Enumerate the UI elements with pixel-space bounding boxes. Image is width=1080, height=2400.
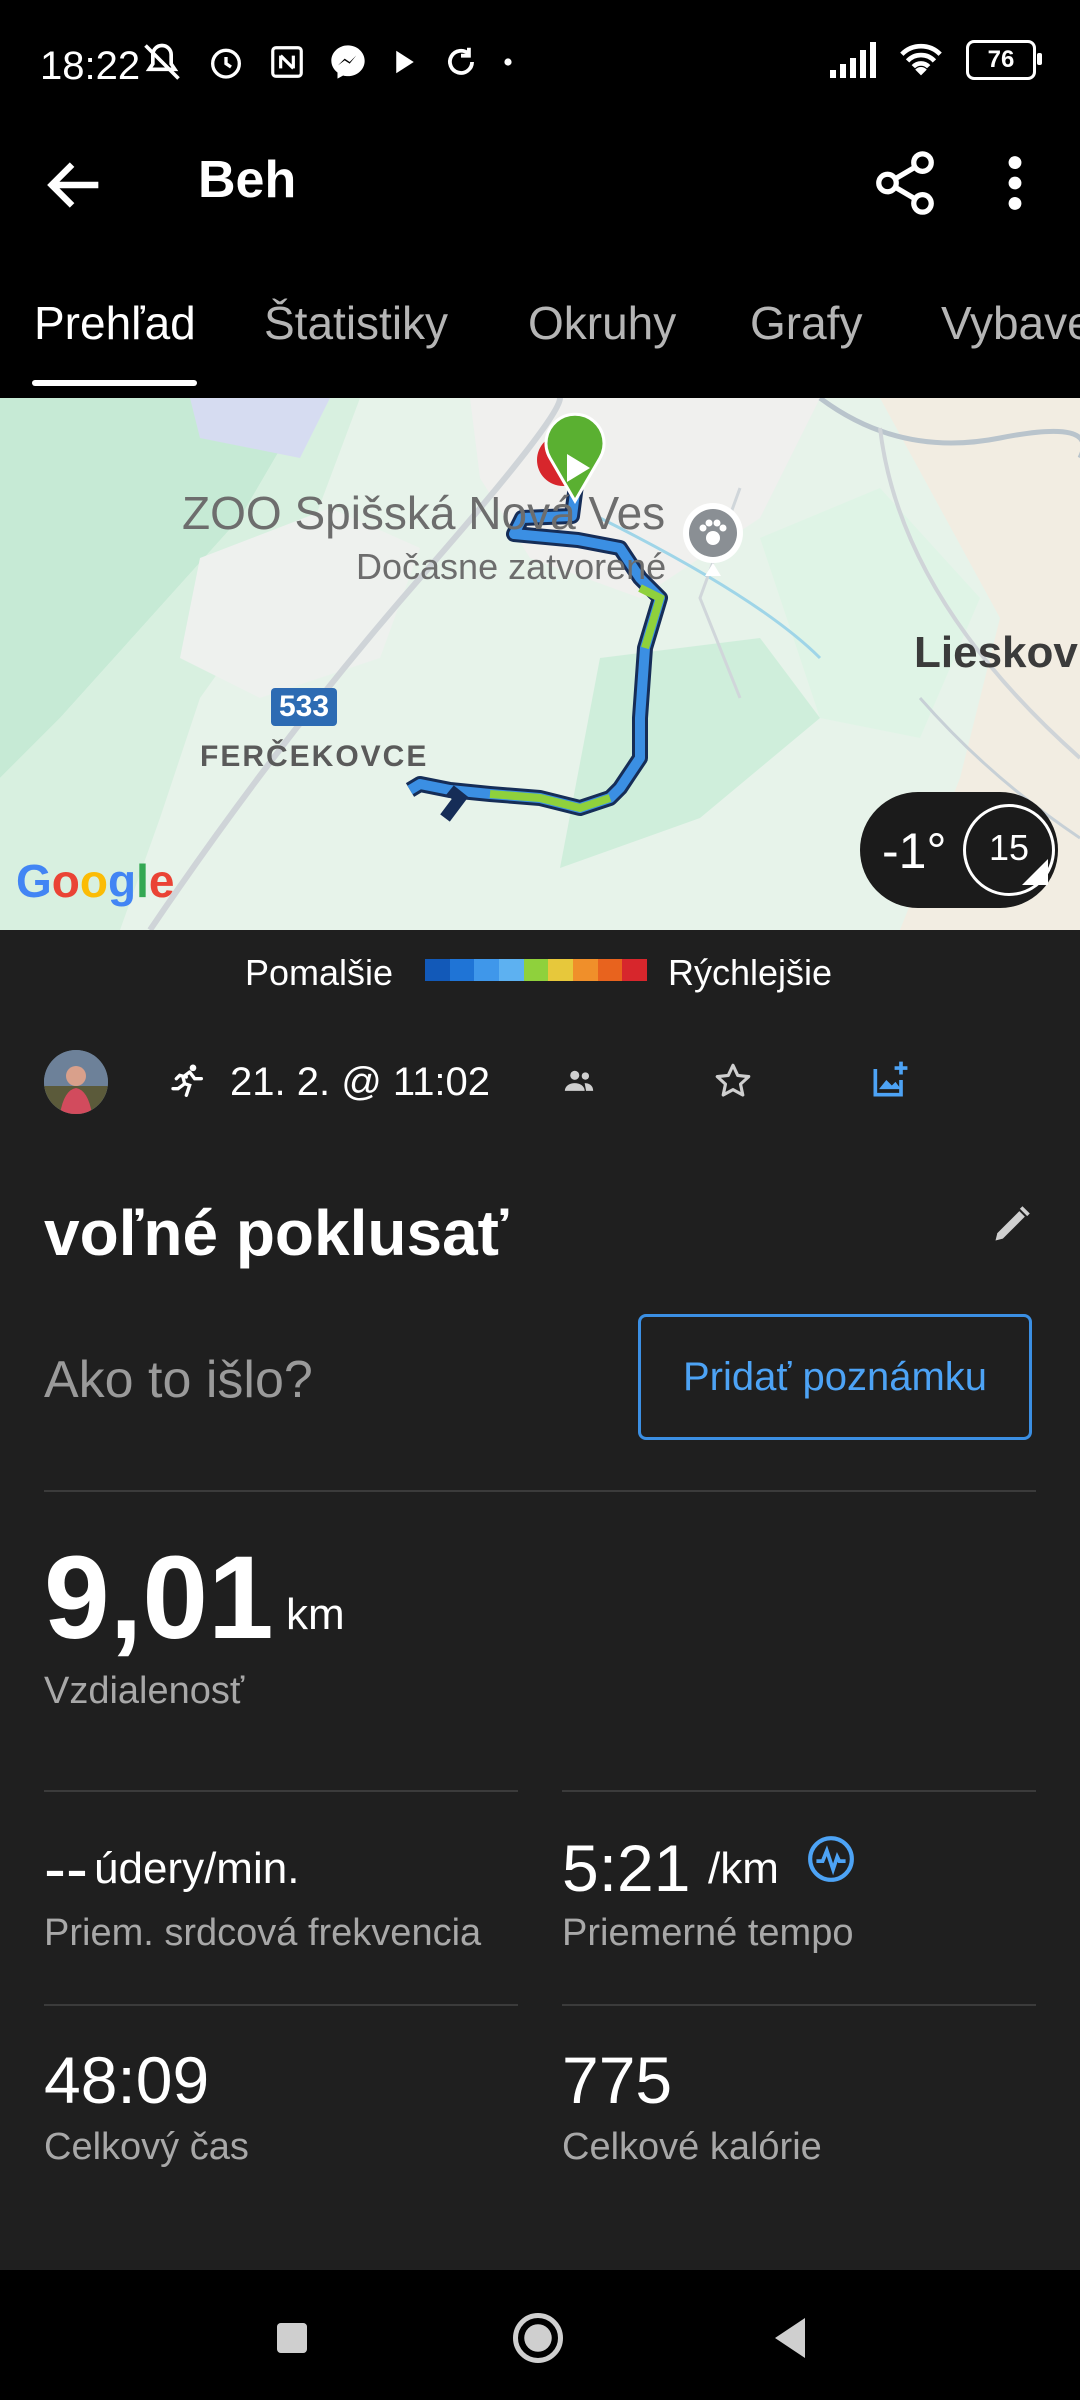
star-icon[interactable] (712, 1060, 754, 1102)
more-options-button[interactable] (990, 148, 1040, 218)
pace-color-scale (425, 959, 648, 981)
weather-badge: -1° 15 (860, 792, 1058, 908)
play-store-icon (396, 50, 414, 74)
tab-bar: Prehľad Štatistiky Okruhy Grafy Vybave (0, 270, 1080, 390)
tab-statistics[interactable]: Štatistiky (264, 296, 448, 350)
recents-icon (277, 2323, 307, 2353)
legend-faster-label: Rýchlejšie (668, 952, 833, 993)
divider (562, 1790, 1036, 1792)
distance-value: 9,01 (44, 1532, 274, 1664)
running-icon (171, 1064, 203, 1097)
nfc-icon (271, 46, 303, 78)
legend-slower-label: Pomalšie (245, 952, 394, 993)
messenger-icon (331, 45, 365, 79)
total-time-value: 48:09 (44, 2043, 210, 2117)
system-status: 76 (828, 40, 1042, 80)
home-button[interactable] (508, 2308, 568, 2368)
active-tab-indicator (32, 380, 197, 386)
wind-direction-icon (1022, 859, 1048, 885)
app-bar: Beh (0, 130, 1080, 230)
notification-icons (140, 40, 514, 84)
sync-icon (448, 47, 474, 75)
recents-button[interactable] (262, 2308, 322, 2368)
share-icon (876, 151, 934, 215)
system-nav-bar (0, 2270, 1080, 2400)
divider (562, 2004, 1036, 2006)
pace-legend: Pomalšie Rýchlejšie (0, 930, 1080, 1010)
signal-icon (830, 42, 876, 78)
map-label-village: FERČEKOVCE (200, 740, 429, 773)
activity-title: voľné poklusať (44, 1197, 509, 1269)
map-label-zoo: ZOO Spišská Nová Ves (182, 487, 666, 539)
heart-rate-unit: údery/min. (94, 1844, 300, 1893)
feel-prompt: Ako to išlo? (44, 1351, 313, 1409)
tab-laps[interactable]: Okruhy (528, 296, 676, 350)
wind-speed-indicator: 15 (963, 804, 1055, 896)
activity-meta-row: 21. 2. @ 11:02 (0, 1050, 1080, 1150)
dot-icon (504, 58, 512, 66)
more-vert-icon (1008, 156, 1022, 210)
calories-label: Celkové kalórie (562, 2126, 822, 2168)
battery-indicator: 76 (966, 40, 1042, 80)
divider (44, 1490, 1036, 1492)
tab-gear[interactable]: Vybave (941, 296, 1080, 350)
total-time-label: Celkový čas (44, 2126, 249, 2168)
heart-rate-label: Priem. srdcová frekvencia (44, 1912, 482, 1954)
heart-rate-value: -- (44, 1831, 88, 1905)
distance-unit: km (286, 1590, 345, 1639)
group-icon[interactable] (562, 1064, 596, 1098)
add-note-button[interactable]: Pridať poznámku (638, 1314, 1032, 1440)
mute-icon (144, 43, 180, 80)
back-button[interactable] (40, 150, 110, 220)
tab-charts[interactable]: Grafy (750, 296, 862, 350)
home-icon (513, 2313, 563, 2363)
activity-details: Pomalšie Rýchlejšie 21. 2. @ 11:02 voľné… (0, 930, 1080, 2270)
map-label-zoo-status: Dočasne zatvorené (356, 546, 667, 587)
back-triangle-icon (775, 2318, 805, 2358)
back-nav-button[interactable] (760, 2308, 820, 2368)
tab-overview[interactable]: Prehľad (34, 296, 196, 350)
google-logo: Google (16, 855, 175, 907)
share-button[interactable] (870, 148, 940, 218)
weather-temperature: -1° (882, 823, 947, 879)
pace-activity-icon[interactable] (806, 1834, 856, 1884)
pace-unit: /km (708, 1844, 779, 1893)
map-label-town: Lieskov (914, 628, 1078, 677)
calories-value: 775 (562, 2043, 673, 2117)
road-number-badge: 533 (278, 690, 330, 723)
arrow-back-icon (47, 162, 99, 208)
divider (44, 1790, 518, 1792)
page-title: Beh (198, 151, 297, 209)
edit-icon[interactable] (990, 1202, 1034, 1246)
status-bar: 18:22 76 (0, 0, 1080, 130)
wifi-icon (900, 43, 942, 76)
avatar[interactable] (44, 1050, 108, 1114)
pace-label: Priemerné tempo (562, 1912, 854, 1954)
add-photo-icon[interactable] (868, 1058, 912, 1102)
divider (44, 2004, 518, 2006)
activity-datetime: 21. 2. @ 11:02 (230, 1060, 491, 1104)
pace-value: 5:21 (562, 1831, 691, 1905)
avatar-image (44, 1050, 108, 1114)
distance-label: Vzdialenosť (44, 1670, 245, 1712)
alarm-icon (211, 48, 241, 79)
status-time: 18:22 (40, 44, 141, 88)
